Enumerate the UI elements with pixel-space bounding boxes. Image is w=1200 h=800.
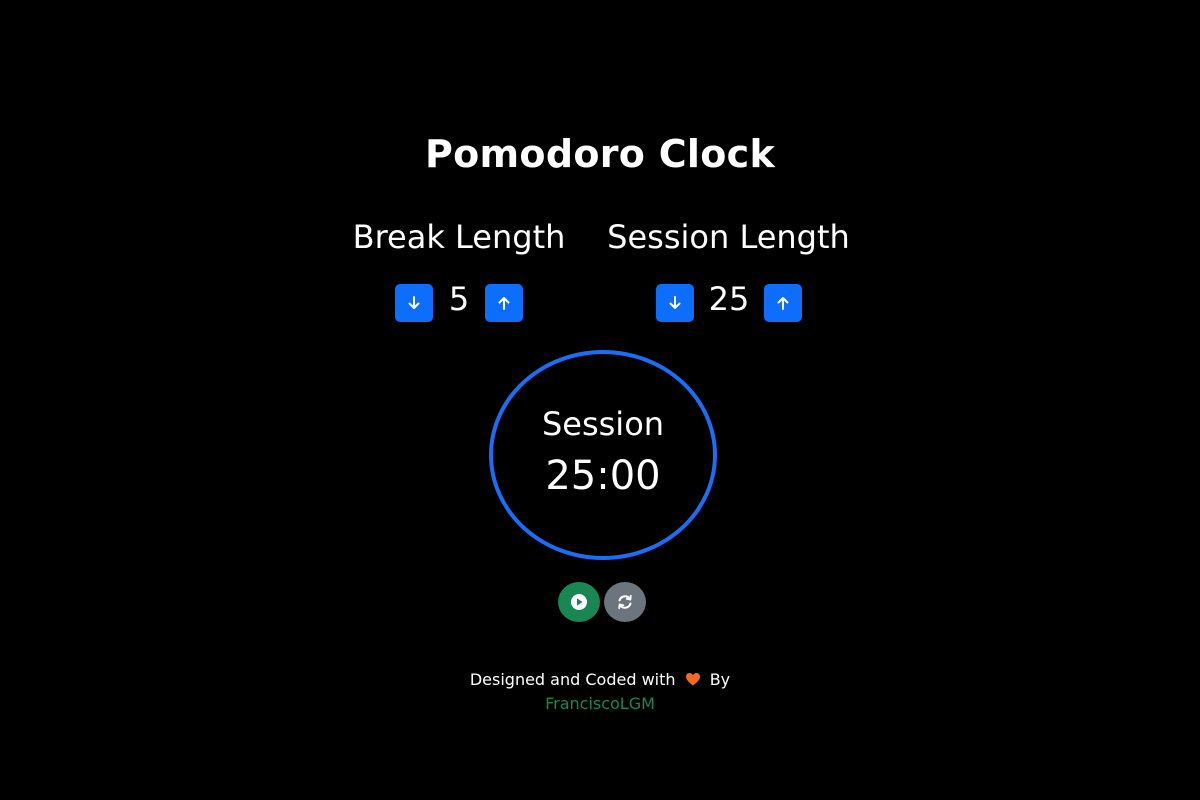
- refresh-icon: [618, 594, 632, 610]
- footer-text-before: Designed and Coded with: [469, 670, 676, 689]
- heart-icon: [685, 673, 700, 686]
- arrow-up-icon: [498, 297, 510, 310]
- session-length-value: 25: [708, 280, 750, 318]
- break-decrement-button[interactable]: [395, 284, 433, 322]
- play-icon: [571, 594, 587, 610]
- start-stop-button[interactable]: [558, 582, 600, 622]
- timer-label: Session: [541, 405, 665, 443]
- author-link[interactable]: FranciscoLGM: [0, 692, 1200, 716]
- footer: Designed and Coded with By FranciscoLGM: [0, 668, 1200, 716]
- arrow-up-icon: [777, 297, 789, 310]
- session-label: Session Length: [607, 218, 850, 256]
- timer-display: Session 25:00: [489, 350, 717, 560]
- pomodoro-app: Pomodoro Clock Break Length Session Leng…: [0, 0, 1200, 800]
- break-length-value: 5: [448, 280, 470, 318]
- arrow-down-icon: [669, 296, 681, 309]
- time-left: 25:00: [545, 453, 661, 499]
- break-label: Break Length: [352, 218, 566, 256]
- session-increment-button[interactable]: [764, 284, 802, 322]
- footer-text-after: By: [709, 670, 731, 689]
- page-title: Pomodoro Clock: [424, 132, 776, 176]
- arrow-down-icon: [408, 296, 420, 309]
- reset-button[interactable]: [604, 582, 646, 622]
- break-increment-button[interactable]: [485, 284, 523, 322]
- session-decrement-button[interactable]: [656, 284, 694, 322]
